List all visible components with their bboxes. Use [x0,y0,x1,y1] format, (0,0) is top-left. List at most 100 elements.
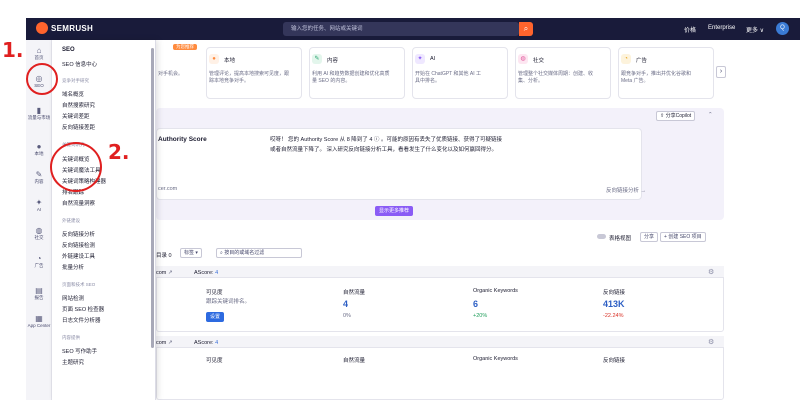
home-icon: ⌂ [36,46,42,55]
create-seo-project-button[interactable]: + 创建 SEO 项目 [660,232,706,242]
section-content: 内容提供 [62,335,80,340]
menu-item-topic-research[interactable]: 主题研究 [62,358,84,366]
rail-label: 广告 [34,263,44,268]
project-settings-icon[interactable]: ⚙ [708,338,714,346]
annotation-circle-keyword-overview [50,142,102,192]
project-search-input[interactable]: ⌕ 按目的或域名过滤 [216,248,302,258]
menu-item-backlink-analytics[interactable]: 反向链接分析 [62,230,95,238]
backlinks-value[interactable]: 413K [603,299,625,309]
apps-icon: ▦ [35,314,43,323]
rail-item-traffic[interactable]: ▮ 流量与市场 [26,106,52,120]
next-cards-button[interactable]: › [716,66,726,78]
menu-item-seo-dashboard[interactable]: SEO 信息中心 [62,60,97,68]
ai-sparkle-icon: ✦ [415,54,425,64]
flyout-scrollbar[interactable] [151,48,154,348]
rail-label: 本地 [34,151,44,156]
tool-name: AI [430,56,436,62]
section-competitor-research: 竞争对手研究 [62,78,89,83]
visibility-label: 可见度 [206,358,223,364]
section-link-building: 外链建设 [62,218,80,223]
menu-item-seo-writing-assistant[interactable]: SEO 写作助手 [62,347,97,355]
menu-item-keyword-gap[interactable]: 关键词差距 [62,112,90,120]
logo-text: SEMRUSH [51,23,94,33]
setup-position-tracking-button[interactable]: 设置 [206,312,225,322]
rail-item-content[interactable]: ✎ 内容 [26,170,52,184]
ascore-label: AScore: [194,340,214,346]
traffic-value[interactable]: 4 [343,299,348,309]
more-menu[interactable]: 更多 ∨ [746,25,764,34]
menu-item-site-audit[interactable]: 网站检测 [62,294,84,302]
search-icon: ⌕ [523,24,529,33]
show-more-recommendations-button[interactable]: 显示更多推荐 [375,206,414,216]
project-card-header [156,336,724,348]
rail-label: AI [36,207,42,212]
tag-select[interactable]: 标签 ▾ [180,248,202,258]
authority-message: 哎呀！ 您的 Authority Score 从 8 降到了 4 ⓘ 。可能的原… [270,137,502,143]
rail-item-social[interactable]: ◍ 社交 [26,226,52,240]
tool-desc: 利用 AI 和趋势数据创建和优化高质 [312,71,390,77]
traffic-change: 0% [343,313,351,319]
tool-desc: 踪本地竞争对手。 [209,78,250,84]
chevron-right-icon: › [719,68,723,75]
collapse-icon[interactable]: ⌃ [708,112,713,118]
copilot-share-button[interactable]: ⇪ 分享Copilot [656,111,696,121]
ads-icon: ◔ [36,254,42,263]
pin-icon: ● [209,54,219,64]
folder-filter[interactable]: 目录 0 [156,251,172,259]
rail-item-local[interactable]: ● 本地 [26,142,52,156]
pen-icon: ✎ [35,170,43,179]
keywords-value[interactable]: 6 [473,299,478,309]
chart-icon: ▮ [36,106,42,115]
rail-item-home[interactable]: ⌂ 首页 [26,46,52,60]
menu-item-organic-traffic-insights[interactable]: 自然流量洞察 [62,199,95,207]
ascore: AScore: 4 [194,270,218,276]
rail-item-ai[interactable]: ✦ AI [26,198,52,212]
rail-item-app-center[interactable]: ▦ App Center [26,314,52,328]
external-link-icon[interactable]: ↗ [168,340,173,346]
ascore-value: 4 [215,270,219,276]
rail-item-ads[interactable]: ◔ 广告 [26,254,52,268]
project-card-header [156,266,724,278]
tool-desc: 管理整个社交媒体周期：创建、收 [518,71,594,77]
menu-item-backlink-gap[interactable]: 反向链接差距 [62,123,95,131]
share-projects-button[interactable]: 分享 [640,232,659,242]
authority-title: Authority Score [158,136,207,143]
menu-item-bulk-analysis[interactable]: 批量分析 [62,263,84,271]
rail-item-reports[interactable]: ▤ 报告 [26,286,52,300]
project-domain[interactable]: com ↗ [156,270,173,276]
menu-item-backlink-audit[interactable]: 反向链接检测 [62,241,95,249]
backlink-analysis-link[interactable]: 反向链接分析 → [606,186,646,194]
menu-item-organic-research[interactable]: 自然搜索研究 [62,101,95,109]
table-view-toggle[interactable] [597,234,606,239]
authority-message: 或者自然流量下降了。 深入研究反向链接分析工具，看看发生了什么变化以及如何赢回得… [270,147,498,153]
tool-desc: 集、分析。 [518,78,544,84]
semrush-logo[interactable]: SEMRUSH [36,22,93,34]
rail-label: 首页 [34,55,44,60]
social-icon: ◍ [518,54,528,64]
project-domain[interactable]: com ↗ [156,340,173,346]
backlinks-label: 反向链接 [603,290,626,296]
tool-name: 广告 [636,58,648,64]
user-avatar[interactable]: Q [776,22,789,35]
rail-label: 内容 [34,179,44,184]
menu-item-log-file-analyzer[interactable]: 日志文件分析器 [62,316,101,324]
annotation-circle-seo [26,63,58,95]
external-link-icon[interactable]: ↗ [168,270,173,276]
menu-item-link-building-tool[interactable]: 外链建设工具 [62,252,95,260]
chevron-down-icon: ▾ [195,250,198,256]
pricing-link[interactable]: 价格 [684,25,696,34]
search-button[interactable]: ⌕ [519,22,533,36]
menu-item-domain-overview[interactable]: 域名概览 [62,90,84,98]
project-settings-icon[interactable]: ⚙ [708,268,714,276]
annotation-step-1: 1. [2,38,24,62]
section-on-page-tech-seo: 页面和技术 SEO [62,282,96,287]
enterprise-link[interactable]: Enterprise [708,25,735,31]
project-search-placeholder: 按目的或域名过滤 [224,250,265,256]
menu-item-on-page-seo-checker[interactable]: 页面 SEO 检查器 [62,305,104,313]
table-view-label: 表格视图 [609,236,632,242]
tool-desc: Meta 广告。 [621,78,649,84]
global-search-input[interactable]: 输入您的任务、网站或关键词 [283,22,519,36]
tool-desc: 管理评论，提高本地搜索可见度，跟 [209,71,290,77]
rail-label: App Center [27,323,51,328]
tool-desc: 量 SEO 的内容。 [312,78,351,84]
